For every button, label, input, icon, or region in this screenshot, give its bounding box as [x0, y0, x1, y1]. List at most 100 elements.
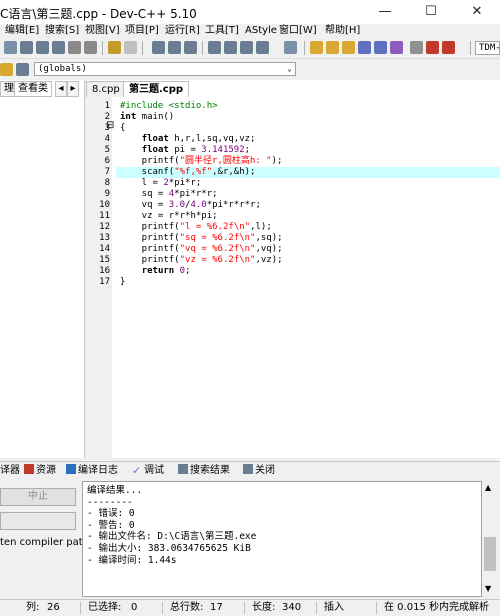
- save-all-icon[interactable]: [52, 41, 65, 54]
- goto-bookmark-icon[interactable]: [240, 41, 253, 54]
- code-token: *pi*r*r*r;: [206, 200, 261, 210]
- new-file-icon[interactable]: [4, 41, 17, 54]
- menu-view[interactable]: 视图[V]: [85, 24, 120, 38]
- code-line[interactable]: scanf("%f,%f",&r,&h);: [120, 167, 256, 178]
- find-next-icon[interactable]: [184, 41, 197, 54]
- status-separator: [376, 602, 377, 614]
- scope-select-value: (globals): [38, 64, 87, 74]
- replace-icon[interactable]: [168, 41, 181, 54]
- code-line[interactable]: printf("sq = %6.2f\n",sq);: [120, 233, 283, 244]
- scroll-up-icon[interactable]: ▲: [485, 483, 491, 492]
- code-token: printf(: [120, 222, 180, 232]
- code-line[interactable]: sq = 4*pi*r*r;: [120, 189, 218, 200]
- menu-search[interactable]: 搜索[S]: [45, 24, 79, 38]
- log-line: - 输出文件名: D:\C语言\第三题.exe: [87, 531, 257, 543]
- code-token: ;: [185, 266, 191, 276]
- syntax-check-icon[interactable]: [390, 41, 403, 54]
- code-token: scanf(: [120, 167, 175, 177]
- toggle-bookmark-icon[interactable]: [224, 41, 237, 54]
- tab-scroll-right-icon[interactable]: ▸: [67, 81, 79, 97]
- menu-bar: 编辑[E] 搜索[S] 视图[V] 项目[P] 运行[R] 工具[T] ASty…: [0, 24, 500, 38]
- compile-run-icon[interactable]: [342, 41, 355, 54]
- code-line[interactable]: vq = 3.0/4.0*pi*r*r*r;: [120, 200, 261, 211]
- project-icon[interactable]: [0, 63, 13, 76]
- scope-select[interactable]: (globals) ⌄: [34, 62, 296, 76]
- compiler-paths-checkbox-label[interactable]: ten compiler paths: [0, 537, 94, 548]
- code-line[interactable]: int main(): [120, 112, 174, 123]
- tab-debug-label: 调试: [144, 465, 164, 476]
- profile-icon[interactable]: [426, 41, 439, 54]
- code-line[interactable]: #include <stdio.h>: [120, 101, 218, 112]
- classes-icon[interactable]: [16, 63, 29, 76]
- main-toolbar: TDM-: [0, 38, 500, 59]
- redo-icon[interactable]: [124, 41, 137, 54]
- menu-project[interactable]: 项目[P]: [125, 24, 159, 38]
- compile-log[interactable]: 编译结果... -------- - 错误: 0- 警告: 0- 输出文件名: D:…: [82, 481, 482, 597]
- blank-button[interactable]: [0, 512, 76, 530]
- code-token: float: [141, 134, 169, 144]
- toolbar-separator: [102, 41, 103, 55]
- menu-run[interactable]: 运行[R]: [165, 24, 200, 38]
- code-line[interactable]: {: [120, 123, 125, 134]
- menu-help[interactable]: 帮助[H]: [325, 24, 360, 38]
- code-line[interactable]: printf("l = %6.2f\n",l);: [120, 222, 272, 233]
- compiler-select[interactable]: TDM-: [475, 41, 500, 55]
- save-icon[interactable]: [36, 41, 49, 54]
- toolbar-separator: [142, 41, 143, 55]
- close-button[interactable]: ✕: [454, 0, 500, 24]
- find-icon[interactable]: [152, 41, 165, 54]
- tab-resources[interactable]: 资源: [24, 464, 56, 478]
- chart-icon: [66, 464, 76, 474]
- code-token: int: [120, 112, 137, 122]
- menu-edit[interactable]: 编辑[E]: [5, 24, 39, 38]
- rebuild-icon[interactable]: [358, 41, 371, 54]
- scroll-down-icon[interactable]: ▼: [485, 584, 491, 593]
- stop-compile-button[interactable]: 中止: [0, 488, 76, 506]
- tab-scroll-left-icon[interactable]: ◂: [55, 81, 67, 97]
- close-file-icon[interactable]: [68, 41, 81, 54]
- open-icon[interactable]: [20, 41, 33, 54]
- menu-tools[interactable]: 工具[T]: [205, 24, 239, 38]
- stop-icon[interactable]: [410, 41, 423, 54]
- code-line[interactable]: printf("vz = %6.2f\n",vz);: [120, 255, 283, 266]
- maximize-button[interactable]: ☐: [408, 0, 454, 24]
- code-line[interactable]: float h,r,l,sq,vq,vz;: [120, 134, 256, 145]
- tab-class-browser[interactable]: 查看类: [14, 81, 52, 97]
- code-area[interactable]: #include <stdio.h> int main(){ float h,r,…: [86, 80, 500, 458]
- tab-close[interactable]: 关闭: [243, 464, 275, 478]
- menu-astyle[interactable]: AStyle: [245, 24, 277, 38]
- indent-icon[interactable]: [256, 41, 269, 54]
- code-line[interactable]: l = 2*pi*r;: [120, 178, 202, 189]
- run-icon[interactable]: [326, 41, 339, 54]
- delete-profile-icon[interactable]: [442, 41, 455, 54]
- scope-toolbar: (globals) ⌄: [0, 59, 500, 81]
- code-line[interactable]: return 0;: [120, 266, 191, 277]
- debug-icon[interactable]: [374, 41, 387, 54]
- toolbar-separator: [304, 41, 305, 55]
- minimize-button[interactable]: —: [362, 0, 408, 24]
- code-line[interactable]: float pi = 3.141592;: [120, 145, 250, 156]
- tab-compile-log[interactable]: 编译日志: [66, 464, 118, 478]
- goto-line-icon[interactable]: [208, 41, 221, 54]
- tab-compiler[interactable]: 译器: [0, 464, 20, 478]
- code-line[interactable]: }: [120, 277, 125, 288]
- undo-icon[interactable]: [108, 41, 121, 54]
- code-line[interactable]: printf("vq = %6.2f\n",vq);: [120, 244, 283, 255]
- compile-icon[interactable]: [310, 41, 323, 54]
- log-scrollbar[interactable]: ▲ ▼: [482, 481, 498, 597]
- code-token: printf(: [120, 156, 180, 166]
- code-editor[interactable]: 8.cpp 第三题.cpp 1 2 3 4 5 6 7 8 9 10 11 12 13 14 15 16 17 …: [86, 80, 500, 458]
- tab-search-results[interactable]: 搜索结果: [178, 464, 230, 478]
- code-line[interactable]: printf("圆半径r,圆柱高h: ");: [120, 156, 283, 167]
- tab-debug[interactable]: ✓ 调试: [132, 464, 164, 478]
- print-icon[interactable]: [84, 41, 97, 54]
- menu-window[interactable]: 窗口[W]: [279, 24, 317, 38]
- class-browser-icon[interactable]: [284, 41, 297, 54]
- tab-close-label: 关闭: [255, 465, 275, 476]
- fold-marker-icon[interactable]: ⊟: [106, 120, 114, 131]
- scroll-thumb[interactable]: [484, 537, 496, 571]
- code-line[interactable]: vz = r*r*h*pi;: [120, 211, 218, 222]
- status-separator: [80, 602, 81, 614]
